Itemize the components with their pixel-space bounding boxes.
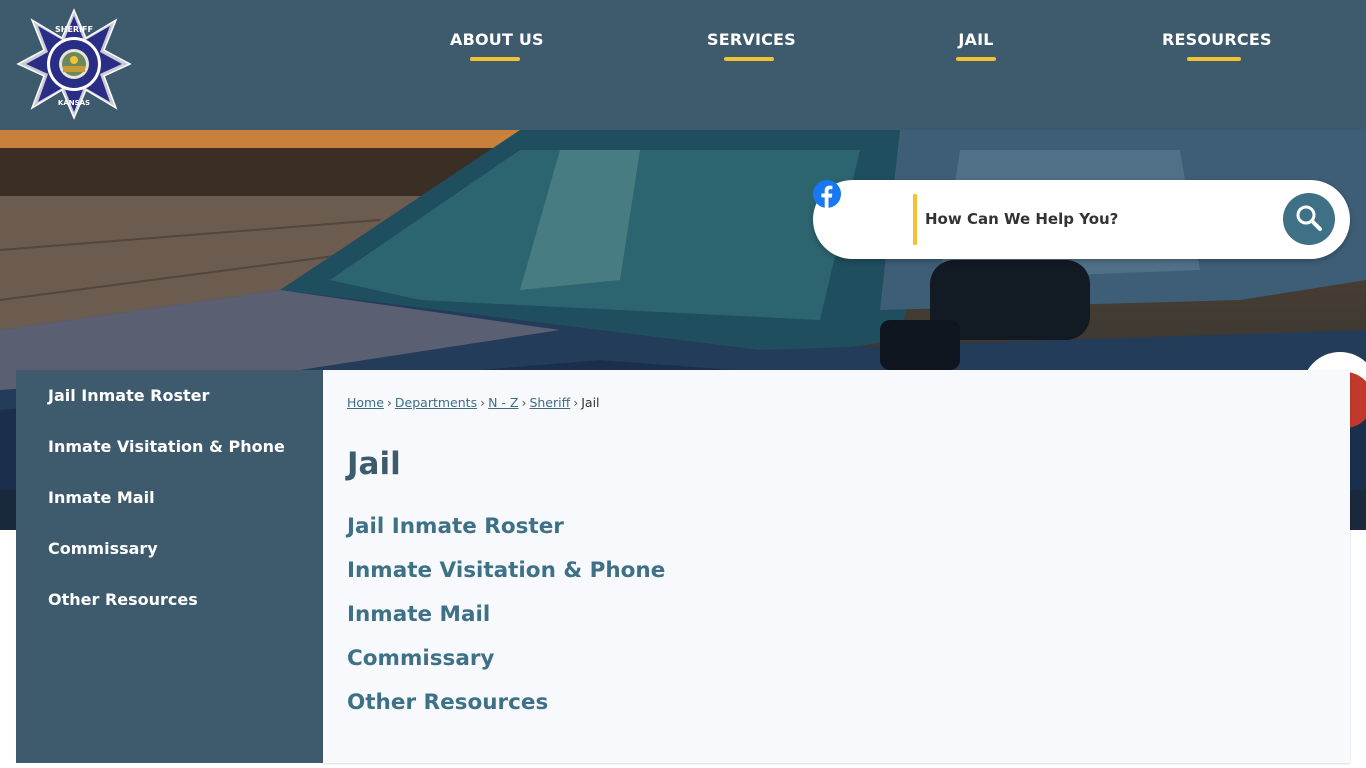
nav-about-us-label: ABOUT US bbox=[450, 30, 544, 49]
breadcrumb-separator: › bbox=[573, 395, 579, 410]
content-link-inmate-mail[interactable]: Inmate Mail bbox=[347, 602, 490, 627]
nav-services[interactable]: SERVICES bbox=[707, 30, 796, 61]
sidebar-nav: Jail Inmate Roster Inmate Visitation & P… bbox=[16, 370, 323, 763]
nav-underline bbox=[470, 57, 520, 61]
search-bar bbox=[813, 180, 1350, 259]
sidebar-item-commissary[interactable]: Commissary bbox=[48, 539, 158, 558]
breadcrumb-current: Jail bbox=[581, 395, 600, 410]
breadcrumb-separator: › bbox=[480, 395, 486, 410]
breadcrumb-departments[interactable]: Departments bbox=[395, 395, 477, 410]
breadcrumb-separator: › bbox=[521, 395, 527, 410]
nav-underline bbox=[724, 57, 774, 61]
content-link-commissary[interactable]: Commissary bbox=[347, 646, 494, 671]
search-input[interactable] bbox=[925, 202, 1275, 236]
site-header: SHERIFF KANSAS ABOUT US SERVICES JAIL RE… bbox=[0, 0, 1366, 130]
nav-underline bbox=[956, 57, 996, 61]
sidebar-item-jail-inmate-roster[interactable]: Jail Inmate Roster bbox=[48, 386, 209, 405]
nav-underline bbox=[1187, 57, 1241, 61]
search-divider bbox=[913, 194, 917, 245]
breadcrumb-n-z[interactable]: N - Z bbox=[488, 395, 518, 410]
breadcrumb-home[interactable]: Home bbox=[347, 395, 384, 410]
sidebar-item-inmate-mail[interactable]: Inmate Mail bbox=[48, 488, 155, 507]
facebook-icon[interactable] bbox=[813, 180, 841, 208]
sidebar-item-other-resources[interactable]: Other Resources bbox=[48, 590, 198, 609]
search-button[interactable] bbox=[1283, 193, 1335, 245]
content-link-jail-inmate-roster[interactable]: Jail Inmate Roster bbox=[347, 514, 564, 539]
breadcrumb: Home › Departments › N - Z › Sheriff › Jail bbox=[347, 395, 600, 410]
nav-jail[interactable]: JAIL bbox=[950, 30, 1002, 61]
main-nav: ABOUT US SERVICES JAIL RESOURCES bbox=[0, 0, 1366, 130]
page-title: Jail bbox=[347, 446, 401, 482]
nav-resources[interactable]: RESOURCES bbox=[1162, 30, 1272, 61]
breadcrumb-sheriff[interactable]: Sheriff bbox=[529, 395, 570, 410]
nav-jail-label: JAIL bbox=[958, 30, 994, 49]
nav-about-us[interactable]: ABOUT US bbox=[450, 30, 544, 61]
content-link-inmate-visitation-phone[interactable]: Inmate Visitation & Phone bbox=[347, 558, 665, 583]
nav-services-label: SERVICES bbox=[707, 30, 796, 49]
nav-resources-label: RESOURCES bbox=[1162, 30, 1272, 49]
main-content: Home › Departments › N - Z › Sheriff › Jail Jail… bbox=[323, 370, 1350, 763]
content-link-other-resources[interactable]: Other Resources bbox=[347, 690, 548, 715]
breadcrumb-separator: › bbox=[386, 395, 392, 410]
sidebar-item-inmate-visitation-phone[interactable]: Inmate Visitation & Phone bbox=[48, 437, 285, 456]
search-icon bbox=[1296, 205, 1322, 231]
